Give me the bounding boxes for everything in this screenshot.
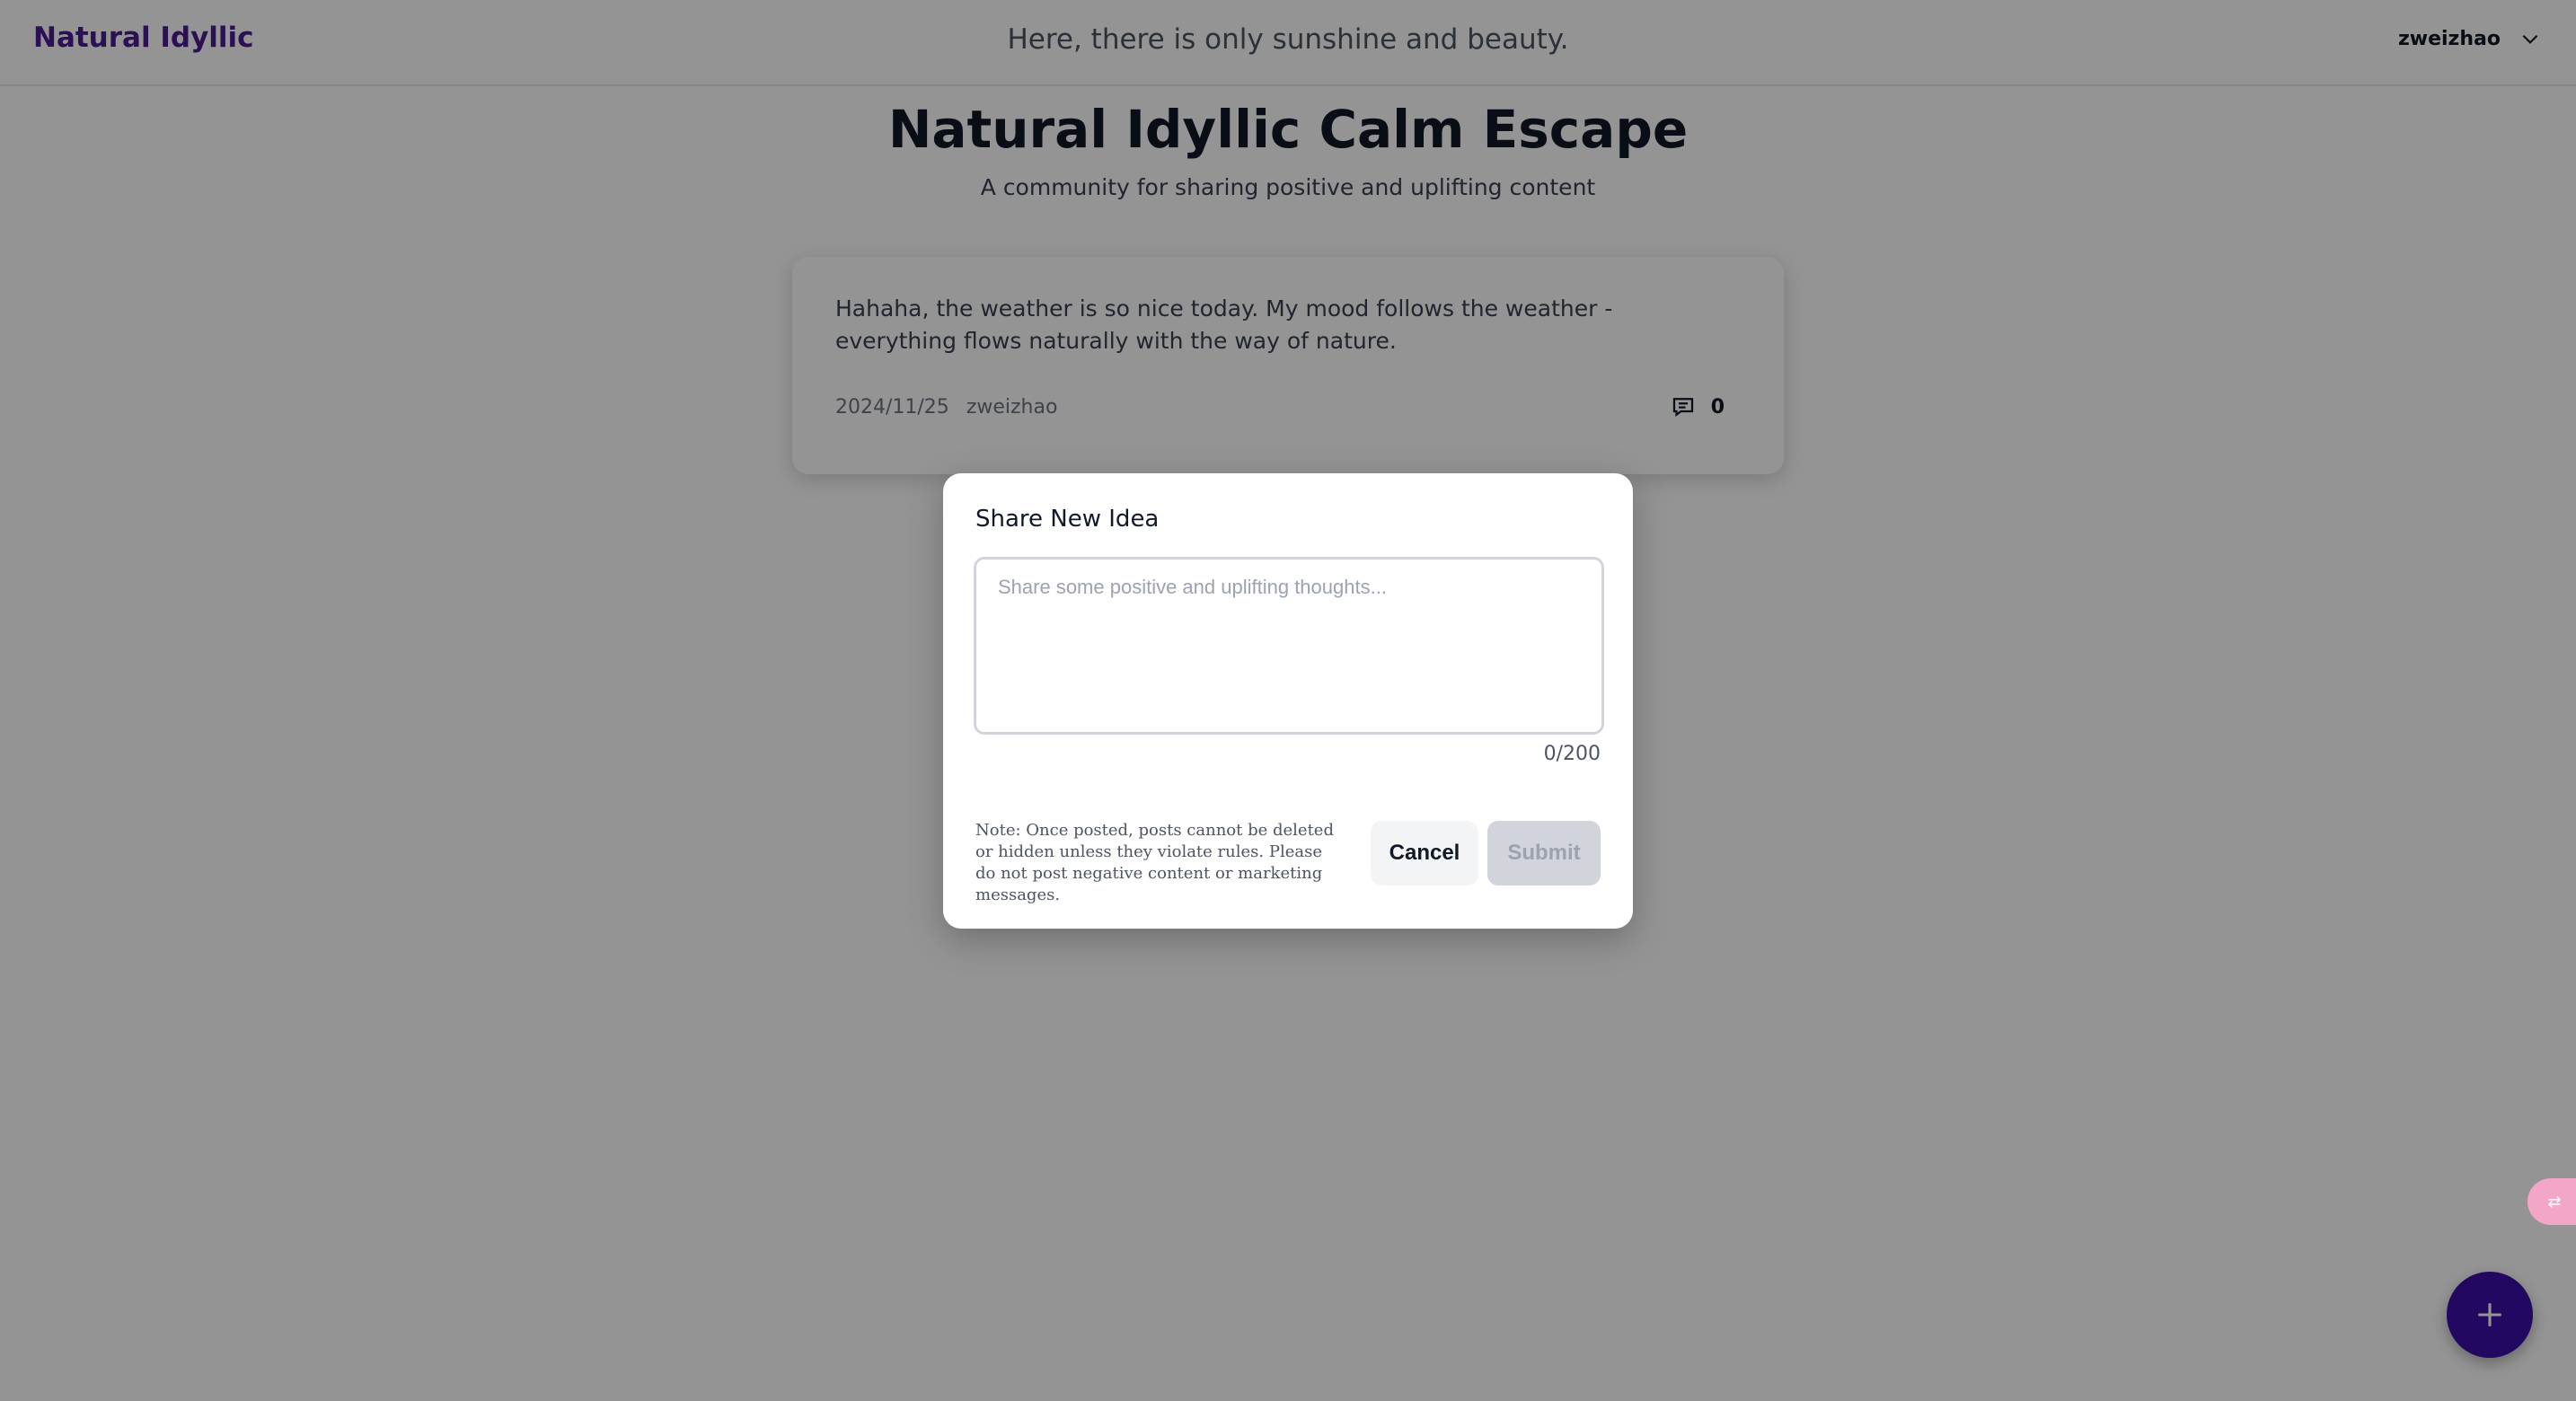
posting-note: Note: Once posted, posts cannot be delet… — [975, 821, 1334, 904]
share-idea-dialog: Share New Idea 0/200 Note: Once posted, … — [943, 473, 1633, 929]
translate-widget[interactable]: ⇄ — [2527, 1178, 2576, 1225]
char-counter: 0/200 — [1543, 743, 1601, 765]
idea-textarea[interactable] — [974, 557, 1604, 735]
translate-icon: ⇄ — [2547, 1192, 2562, 1212]
submit-button[interactable]: Submit — [1487, 821, 1601, 886]
cancel-button[interactable]: Cancel — [1371, 821, 1478, 886]
page: Natural Idyllic Here, there is only suns… — [0, 0, 2576, 1401]
dialog-title: Share New Idea — [975, 506, 1160, 533]
